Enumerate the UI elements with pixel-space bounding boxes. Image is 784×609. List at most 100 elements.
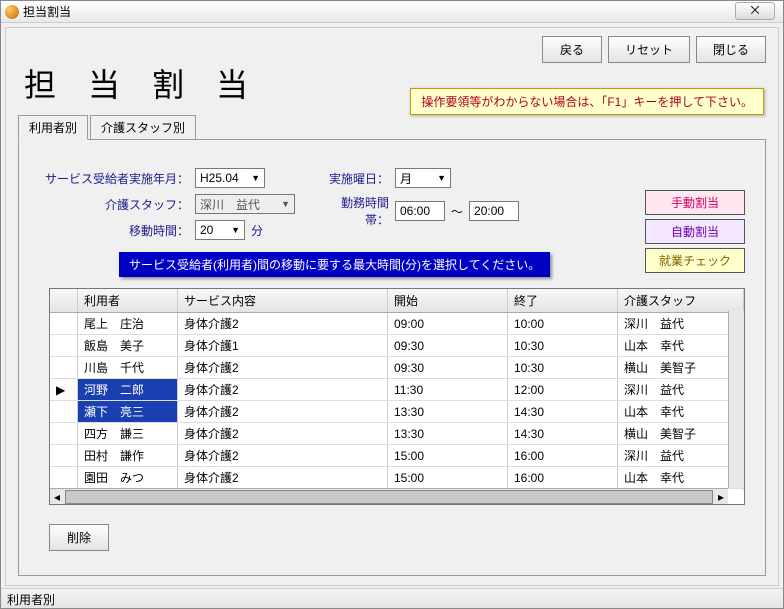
window-close-button[interactable]: ⨉	[735, 2, 775, 20]
col-user[interactable]: 利用者	[78, 289, 178, 312]
worktime-label: 勤務時間帯：	[319, 194, 389, 228]
table-row[interactable]: 四方 謙三身体介護213:3014:30横山 美智子	[50, 423, 744, 445]
cell-service: 身体介護1	[178, 335, 388, 356]
back-button[interactable]: 戻る	[542, 36, 602, 63]
weekday-value: 月	[400, 170, 412, 187]
assignment-grid: 利用者 サービス内容 開始 終了 介護スタッフ 尾上 庄治身体介護209:001…	[49, 288, 745, 505]
worktime-to-input[interactable]: 20:00	[469, 201, 519, 221]
cell-end: 12:00	[508, 379, 618, 400]
cell-staff: 山本 幸代	[618, 335, 744, 356]
service-month-value: H25.04	[200, 171, 239, 185]
tab-strip: 利用者別 介護スタッフ別	[18, 114, 766, 139]
tab-by-staff[interactable]: 介護スタッフ別	[90, 115, 196, 140]
top-button-row: 戻る リセット 閉じる	[542, 36, 766, 63]
cell-end: 10:30	[508, 335, 618, 356]
cell-start: 15:00	[388, 445, 508, 466]
table-row[interactable]: ▶河野 二郎身体介護211:3012:00深川 益代	[50, 379, 744, 401]
row-marker: ▶	[50, 379, 78, 400]
service-month-combo[interactable]: H25.04 ▼	[195, 168, 265, 188]
cell-staff: 山本 幸代	[618, 467, 744, 488]
weekday-label: 実施曜日：	[319, 170, 389, 187]
staff-value: 深川 益代	[200, 196, 260, 213]
cell-staff: 横山 美智子	[618, 357, 744, 378]
weekday-combo[interactable]: 月 ▼	[395, 168, 451, 188]
table-row[interactable]: 田村 謙作身体介護215:0016:00深川 益代	[50, 445, 744, 467]
horizontal-scrollbar[interactable]: ◂ ▸	[50, 488, 728, 504]
close-button[interactable]: 閉じる	[696, 36, 766, 63]
cell-end: 10:00	[508, 313, 618, 334]
cell-user: 田村 謙作	[78, 445, 178, 466]
chevron-down-icon: ▼	[231, 225, 240, 235]
vertical-scrollbar[interactable]	[728, 311, 744, 488]
row-marker	[50, 313, 78, 334]
col-start[interactable]: 開始	[388, 289, 508, 312]
cell-start: 15:00	[388, 467, 508, 488]
cell-start: 11:30	[388, 379, 508, 400]
worktime-separator: ～	[451, 203, 463, 220]
service-month-label: サービス受給者実施年月：	[39, 170, 189, 187]
reset-button[interactable]: リセット	[608, 36, 690, 63]
cell-service: 身体介護2	[178, 445, 388, 466]
cell-user: 飯島 美子	[78, 335, 178, 356]
table-row[interactable]: 飯島 美子身体介護109:3010:30山本 幸代	[50, 335, 744, 357]
cell-service: 身体介護2	[178, 313, 388, 334]
scroll-thumb[interactable]	[65, 490, 713, 504]
col-staff[interactable]: 介護スタッフ	[618, 289, 744, 312]
action-box: 手動割当 自動割当 就業チェック	[645, 190, 745, 273]
tab-by-user[interactable]: 利用者別	[18, 115, 88, 140]
row-marker	[50, 423, 78, 444]
app-window: 担当割当 ⨉ 戻る リセット 閉じる 担 当 割 当 操作要領等がわからない場合…	[0, 0, 784, 609]
table-row[interactable]: 尾上 庄治身体介護209:0010:00深川 益代	[50, 313, 744, 335]
cell-end: 16:00	[508, 445, 618, 466]
cell-start: 13:30	[388, 423, 508, 444]
travel-time-value: 20	[200, 223, 213, 237]
auto-assign-button[interactable]: 自動割当	[645, 219, 745, 244]
chevron-down-icon: ▼	[437, 173, 446, 183]
row-marker	[50, 357, 78, 378]
cell-staff: 深川 益代	[618, 379, 744, 400]
col-end[interactable]: 終了	[508, 289, 618, 312]
cell-user: 四方 謙三	[78, 423, 178, 444]
staff-combo: 深川 益代 ▼	[195, 194, 295, 214]
row-marker	[50, 401, 78, 422]
chevron-down-icon: ▼	[251, 173, 260, 183]
cell-service: 身体介護2	[178, 379, 388, 400]
cell-user: 瀬下 亮三	[78, 401, 178, 422]
table-row[interactable]: 瀬下 亮三身体介護213:3014:30山本 幸代	[50, 401, 744, 423]
worktime-from-input[interactable]: 06:00	[395, 201, 445, 221]
scroll-right-icon[interactable]: ▸	[714, 490, 728, 504]
help-banner: 操作要領等がわからない場合は、「F1」キーを押して下さい。	[410, 88, 764, 115]
manual-assign-button[interactable]: 手動割当	[645, 190, 745, 215]
cell-end: 10:30	[508, 357, 618, 378]
cell-user: 尾上 庄治	[78, 313, 178, 334]
travel-time-unit: 分	[251, 222, 263, 239]
work-check-button[interactable]: 就業チェック	[645, 248, 745, 273]
delete-button[interactable]: 削除	[49, 524, 109, 551]
cell-staff: 深川 益代	[618, 313, 744, 334]
travel-time-combo[interactable]: 20 ▼	[195, 220, 245, 240]
chevron-down-icon: ▼	[281, 199, 290, 209]
row-marker	[50, 445, 78, 466]
col-service[interactable]: サービス内容	[178, 289, 388, 312]
table-row[interactable]: 川島 千代身体介護209:3010:30横山 美智子	[50, 357, 744, 379]
tab-panel: サービス受給者実施年月： H25.04 ▼ 実施曜日： 月 ▼ 介護スタッフ：	[18, 139, 766, 576]
staff-label: 介護スタッフ：	[39, 196, 189, 213]
cell-end: 14:30	[508, 423, 618, 444]
cell-start: 13:30	[388, 401, 508, 422]
cell-user: 園田 みつ	[78, 467, 178, 488]
cell-start: 09:30	[388, 335, 508, 356]
page-title: 担 当 割 当	[24, 60, 260, 106]
cell-start: 09:00	[388, 313, 508, 334]
cell-service: 身体介護2	[178, 401, 388, 422]
cell-service: 身体介護2	[178, 467, 388, 488]
grid-header: 利用者 サービス内容 開始 終了 介護スタッフ	[50, 289, 744, 313]
cell-user: 川島 千代	[78, 357, 178, 378]
status-bar: 利用者別	[1, 588, 783, 608]
cell-start: 09:30	[388, 357, 508, 378]
cell-service: 身体介護2	[178, 423, 388, 444]
tab-container: 利用者別 介護スタッフ別 サービス受給者実施年月： H25.04 ▼ 実施曜日：…	[18, 114, 766, 573]
scroll-left-icon[interactable]: ◂	[50, 490, 64, 504]
grid-body[interactable]: 尾上 庄治身体介護209:0010:00深川 益代飯島 美子身体介護109:30…	[50, 313, 744, 490]
travel-time-label: 移動時間：	[39, 222, 189, 239]
table-row[interactable]: 園田 みつ身体介護215:0016:00山本 幸代	[50, 467, 744, 489]
